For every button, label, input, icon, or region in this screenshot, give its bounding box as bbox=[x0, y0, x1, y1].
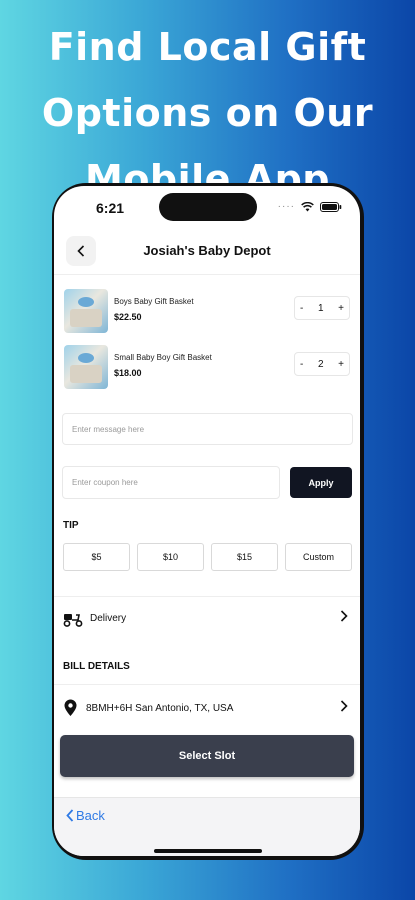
quantity-stepper: - 1 + bbox=[294, 296, 350, 320]
store-header: Josiah's Baby Depot bbox=[54, 230, 360, 275]
store-title: Josiah's Baby Depot bbox=[143, 243, 271, 258]
quantity-value: 1 bbox=[317, 302, 324, 314]
tip-option-5[interactable]: $5 bbox=[63, 543, 130, 571]
thumbnail-bow bbox=[78, 353, 94, 363]
thumbnail-bow bbox=[78, 297, 94, 307]
bill-details-label: BILL DETAILS bbox=[63, 661, 130, 672]
tip-option-custom[interactable]: Custom bbox=[285, 543, 352, 571]
item-name: Small Baby Boy Gift Basket bbox=[114, 353, 212, 362]
message-placeholder: Enter message here bbox=[72, 424, 145, 434]
address-text: 8BMH+6H San Antonio, TX, USA bbox=[86, 703, 234, 714]
status-bar: 6:21 ···· bbox=[54, 186, 360, 230]
bottom-nav-bar: Back bbox=[54, 797, 360, 856]
headline-line-1: Find Local Gift bbox=[48, 25, 367, 69]
quantity-stepper: - 2 + bbox=[294, 352, 350, 376]
increment-button[interactable]: + bbox=[338, 359, 344, 370]
status-time: 6:21 bbox=[96, 200, 125, 216]
status-icons: ···· bbox=[278, 201, 342, 212]
chevron-left-icon bbox=[66, 809, 74, 822]
cart-item: Small Baby Boy Gift Basket $18.00 - 2 + bbox=[64, 345, 352, 389]
home-indicator bbox=[154, 849, 262, 853]
chevron-right-icon bbox=[340, 700, 348, 712]
chevron-right-icon bbox=[340, 610, 348, 622]
apply-coupon-button[interactable]: Apply bbox=[290, 467, 352, 498]
thumbnail-basket bbox=[70, 309, 102, 327]
delivery-scooter-icon bbox=[63, 614, 83, 627]
phone-screen: 6:21 ···· Josiah's Baby Depot Boys Baby … bbox=[54, 186, 360, 856]
decrement-button[interactable]: - bbox=[300, 359, 303, 370]
select-slot-button[interactable]: Select Slot bbox=[60, 735, 354, 777]
address-row[interactable]: 8BMH+6H San Antonio, TX, USA bbox=[54, 690, 360, 730]
tip-option-15[interactable]: $15 bbox=[211, 543, 278, 571]
coupon-input[interactable]: Enter coupon here bbox=[62, 466, 280, 499]
thumbnail-basket bbox=[70, 365, 102, 383]
signal-dots-icon: ···· bbox=[277, 201, 295, 212]
tip-option-10[interactable]: $10 bbox=[137, 543, 204, 571]
delivery-label: Delivery bbox=[90, 613, 127, 624]
wifi-icon bbox=[301, 201, 314, 211]
battery-icon bbox=[320, 201, 342, 212]
section-divider bbox=[54, 684, 360, 685]
cart-item: Boys Baby Gift Basket $22.50 - 1 + bbox=[64, 289, 352, 333]
back-link-label: Back bbox=[76, 808, 105, 823]
dynamic-island bbox=[159, 193, 257, 221]
back-link[interactable]: Back bbox=[66, 808, 105, 823]
item-name: Boys Baby Gift Basket bbox=[114, 297, 194, 306]
tip-label: TIP bbox=[63, 520, 79, 531]
product-thumbnail[interactable] bbox=[64, 345, 108, 389]
increment-button[interactable]: + bbox=[338, 303, 344, 314]
section-divider bbox=[54, 596, 360, 597]
product-thumbnail[interactable] bbox=[64, 289, 108, 333]
item-price: $22.50 bbox=[114, 312, 142, 322]
quantity-value: 2 bbox=[317, 358, 324, 370]
coupon-placeholder: Enter coupon here bbox=[72, 478, 138, 487]
item-price: $18.00 bbox=[114, 368, 142, 378]
message-input[interactable]: Enter message here bbox=[62, 413, 353, 445]
headline-line-2: Options on Our bbox=[41, 91, 374, 135]
location-pin-icon bbox=[64, 699, 77, 716]
delivery-row[interactable]: Delivery bbox=[54, 600, 360, 640]
decrement-button[interactable]: - bbox=[300, 303, 303, 314]
